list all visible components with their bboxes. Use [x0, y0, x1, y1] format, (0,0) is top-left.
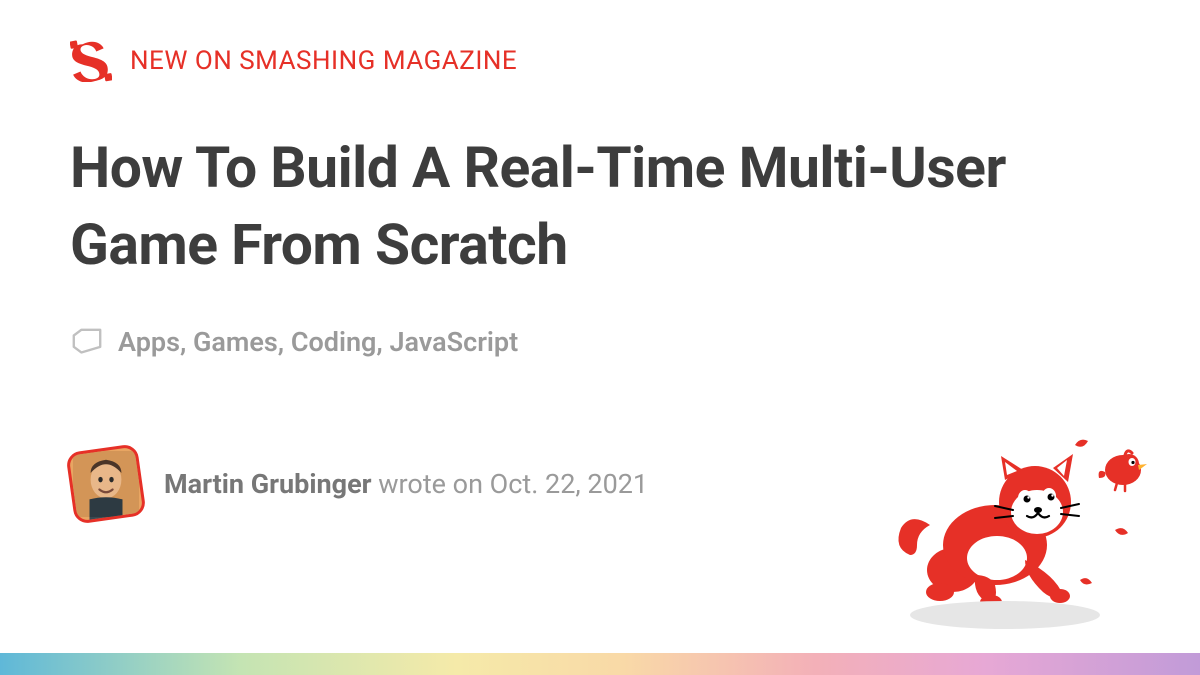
author-text: Martin Grubinger wrote on Oct. 22, 2021 — [164, 468, 648, 500]
author-date: Oct. 22, 2021 — [490, 468, 648, 500]
tag-icon — [70, 327, 104, 357]
tags-list: Apps, Games, Coding, JavaScript — [118, 326, 518, 358]
kicker-row: NEW ON SMASHING MAGAZINE — [70, 40, 1130, 82]
author-avatar — [65, 443, 146, 524]
kicker-label: NEW ON SMASHING MAGAZINE — [130, 46, 517, 76]
author-wrote-on: wrote on — [372, 468, 490, 500]
rainbow-divider — [0, 653, 1200, 675]
tags-row: Apps, Games, Coding, JavaScript — [70, 326, 1130, 358]
smashing-logo-icon — [70, 40, 112, 82]
article-title: How To Build A Real-Time Multi-User Game… — [70, 130, 1130, 284]
author-name: Martin Grubinger — [164, 468, 372, 500]
smashing-cat-mascot-icon — [880, 415, 1160, 635]
article-card: NEW ON SMASHING MAGAZINE How To Build A … — [0, 0, 1200, 675]
